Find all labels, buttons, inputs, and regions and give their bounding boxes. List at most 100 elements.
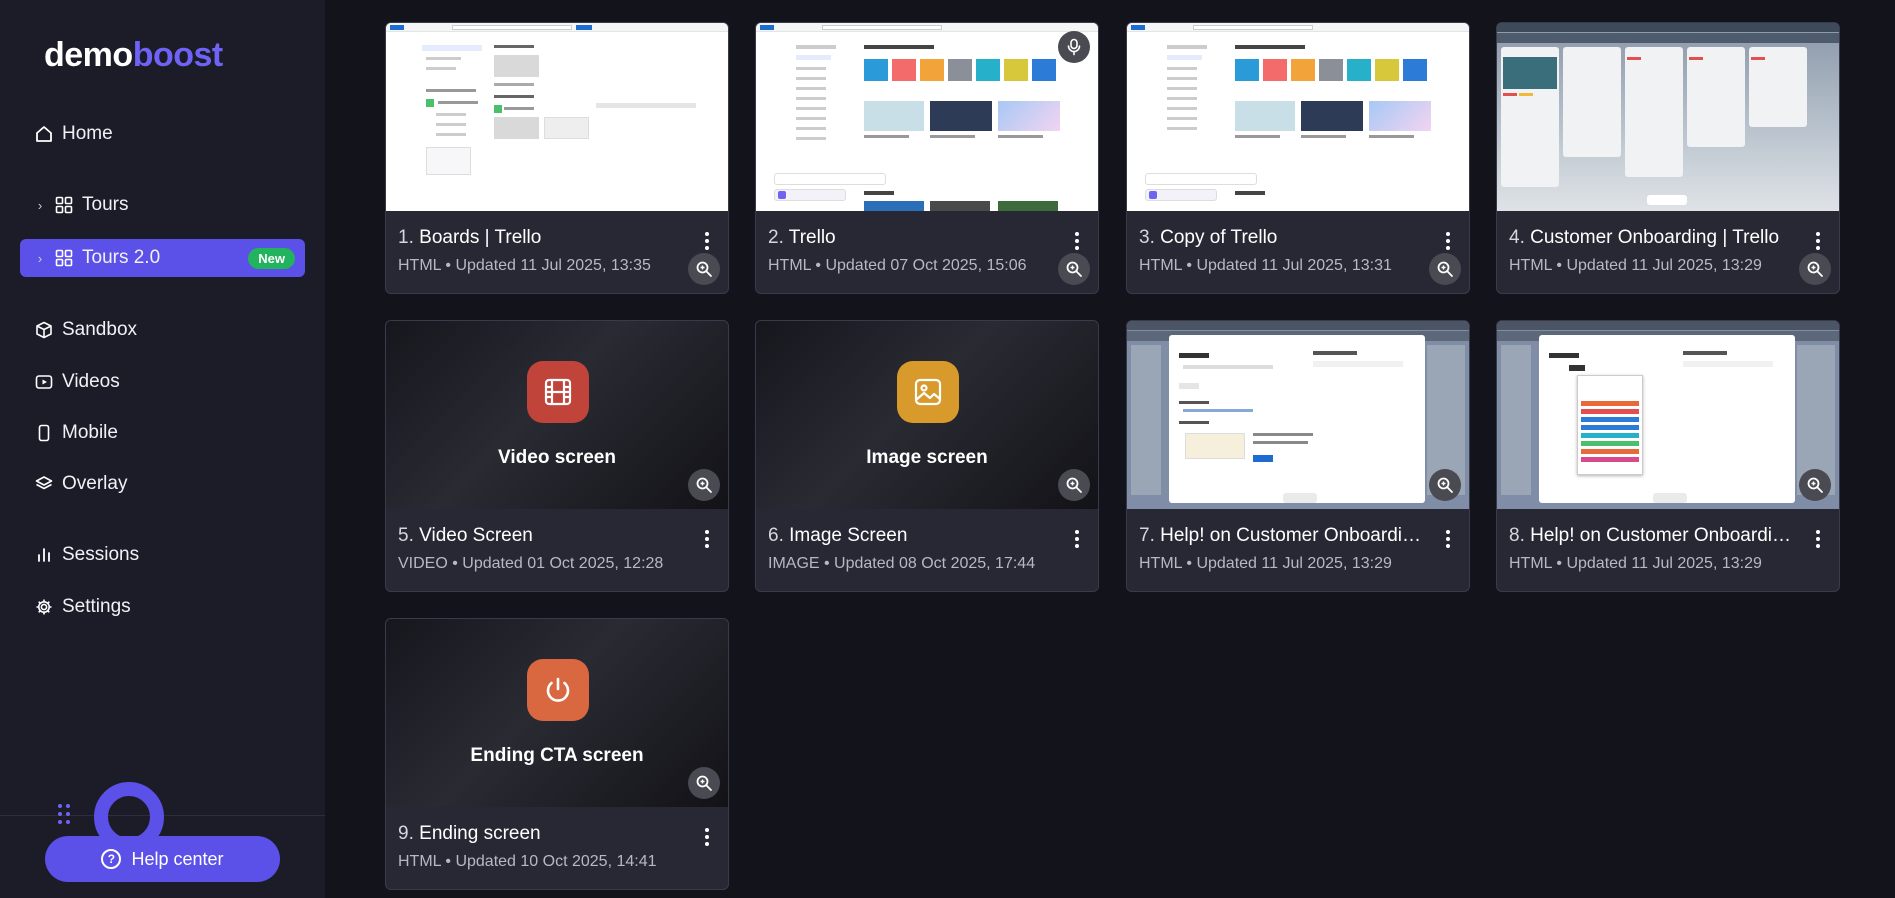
- card-title-text: Help! on Customer Onboarding | Trello: [1160, 525, 1429, 546]
- card-number: 8.: [1509, 525, 1525, 546]
- card-title[interactable]: 7. Help! on Customer Onboarding | Trello: [1139, 525, 1429, 547]
- card-meta: HTML • Updated 11 Jul 2025, 13:29: [1509, 555, 1762, 572]
- more-options-icon[interactable]: [1070, 527, 1084, 551]
- card-thumbnail[interactable]: [1127, 321, 1469, 509]
- tour-card-7[interactable]: 7. Help! on Customer Onboarding | Trello…: [1126, 320, 1470, 592]
- card-thumbnail[interactable]: Ending CTA screen: [386, 619, 728, 807]
- more-options-icon[interactable]: [700, 527, 714, 551]
- nav-tours[interactable]: › Tours: [20, 186, 305, 224]
- card-number: 3.: [1139, 227, 1155, 248]
- image-screen-icon: [897, 361, 959, 423]
- card-title[interactable]: 3. Copy of Trello: [1139, 227, 1429, 249]
- card-title[interactable]: 5. Video Screen: [398, 525, 688, 547]
- screen-label: Video screen: [498, 447, 616, 468]
- zoom-icon[interactable]: [1058, 253, 1090, 285]
- card-thumbnail[interactable]: [1127, 23, 1469, 211]
- nav-tours-label: Tours: [82, 194, 129, 215]
- zoom-icon[interactable]: [1429, 469, 1461, 501]
- nav-mobile[interactable]: Mobile: [20, 414, 305, 452]
- tour-card-1[interactable]: 1. Boards | Trello HTML • Updated 11 Jul…: [385, 22, 729, 294]
- card-title[interactable]: 1. Boards | Trello: [398, 227, 688, 249]
- nav-overlay-label: Overlay: [62, 473, 128, 494]
- screen-label: Ending CTA screen: [470, 745, 644, 766]
- card-title[interactable]: 6. Image Screen: [768, 525, 1058, 547]
- drag-handle-icon[interactable]: [58, 804, 76, 828]
- help-center-label: Help center: [131, 848, 224, 869]
- zoom-icon[interactable]: [688, 253, 720, 285]
- nav-tours-2[interactable]: › Tours 2.0 New: [20, 239, 305, 277]
- tour-card-8[interactable]: 8. Help! on Customer Onboarding | Trello…: [1496, 320, 1840, 592]
- card-title-text: Customer Onboarding | Trello: [1530, 227, 1780, 248]
- zoom-icon[interactable]: [688, 469, 720, 501]
- brand-logo-part1: demo: [44, 36, 133, 74]
- tour-card-5[interactable]: Video screen 5. Video Screen VIDEO • Upd…: [385, 320, 729, 592]
- nav-home-label: Home: [62, 123, 113, 144]
- tour-card-2[interactable]: 2. Trello HTML • Updated 07 Oct 2025, 15…: [755, 22, 1099, 294]
- tour-card-9[interactable]: Ending CTA screen 9. Ending screen HTML …: [385, 618, 729, 890]
- nav-home[interactable]: Home: [20, 115, 305, 153]
- card-title[interactable]: 4. Customer Onboarding | Trello: [1509, 227, 1799, 249]
- more-options-icon[interactable]: [1811, 527, 1825, 551]
- card-meta: HTML • Updated 07 Oct 2025, 15:06: [768, 257, 1027, 274]
- microphone-icon[interactable]: [1058, 31, 1090, 63]
- more-options-icon[interactable]: [700, 229, 714, 253]
- tour-card-6[interactable]: Image screen 6. Image Screen IMAGE • Upd…: [755, 320, 1099, 592]
- brand-logo-part2: boost: [132, 36, 224, 74]
- bar-chart-icon: [34, 545, 54, 565]
- help-center-button[interactable]: ? Help center: [45, 836, 280, 882]
- more-options-icon[interactable]: [1441, 527, 1455, 551]
- gear-icon: [34, 597, 54, 617]
- card-thumbnail[interactable]: [386, 23, 728, 211]
- nav-sessions-label: Sessions: [62, 544, 140, 565]
- card-meta: HTML • Updated 10 Oct 2025, 14:41: [398, 853, 657, 870]
- card-number: 2.: [768, 227, 784, 248]
- nav-sessions[interactable]: Sessions: [20, 536, 305, 574]
- nav-overlay[interactable]: Overlay: [20, 465, 305, 503]
- nav-settings[interactable]: Settings: [20, 588, 305, 626]
- card-title[interactable]: 8. Help! on Customer Onboarding | Trello: [1509, 525, 1799, 547]
- card-number: 9.: [398, 823, 414, 844]
- home-icon: [34, 124, 54, 144]
- zoom-icon[interactable]: [1058, 469, 1090, 501]
- card-thumbnail[interactable]: [756, 23, 1098, 211]
- mobile-icon: [34, 423, 54, 443]
- nav-sandbox[interactable]: Sandbox: [20, 311, 305, 349]
- brand-logo[interactable]: demoboost: [44, 36, 223, 75]
- chevron-right-icon: ›: [37, 250, 43, 266]
- tour-card-3[interactable]: 3. Copy of Trello HTML • Updated 11 Jul …: [1126, 22, 1470, 294]
- card-thumbnail[interactable]: [1497, 321, 1839, 509]
- zoom-icon[interactable]: [1799, 253, 1831, 285]
- zoom-icon[interactable]: [688, 767, 720, 799]
- card-title-text: Boards | Trello: [419, 227, 542, 248]
- sidebar: demoboost Home › Tours › Tours 2.0 New S…: [0, 0, 325, 898]
- card-thumbnail[interactable]: [1497, 23, 1839, 211]
- grid-icon: [54, 248, 74, 268]
- zoom-icon[interactable]: [1799, 469, 1831, 501]
- more-options-icon[interactable]: [1811, 229, 1825, 253]
- more-options-icon[interactable]: [1441, 229, 1455, 253]
- tour-card-4[interactable]: 4. Customer Onboarding | Trello HTML • U…: [1496, 22, 1840, 294]
- card-title-text: Video Screen: [419, 525, 533, 546]
- card-title[interactable]: 2. Trello: [768, 227, 1058, 249]
- card-title-text: Ending screen: [419, 823, 541, 844]
- zoom-icon[interactable]: [1429, 253, 1461, 285]
- card-number: 6.: [768, 525, 784, 546]
- more-options-icon[interactable]: [700, 825, 714, 849]
- question-icon: ?: [101, 849, 122, 869]
- card-thumbnail[interactable]: Video screen: [386, 321, 728, 509]
- card-thumbnail[interactable]: Image screen: [756, 321, 1098, 509]
- card-meta: IMAGE • Updated 08 Oct 2025, 17:44: [768, 555, 1036, 572]
- nav-tours-2-label: Tours 2.0: [82, 247, 161, 268]
- card-number: 5.: [398, 525, 414, 546]
- card-title[interactable]: 9. Ending screen: [398, 823, 688, 845]
- new-badge: New: [248, 247, 295, 269]
- more-options-icon[interactable]: [1070, 229, 1084, 253]
- nav-videos[interactable]: Videos: [20, 363, 305, 401]
- screen-label: Image screen: [866, 447, 988, 468]
- card-title-text: Image Screen: [789, 525, 908, 546]
- power-icon: [527, 659, 589, 721]
- card-number: 4.: [1509, 227, 1525, 248]
- card-title-text: Copy of Trello: [1160, 227, 1278, 248]
- cube-icon: [34, 320, 54, 340]
- play-icon: [34, 372, 54, 392]
